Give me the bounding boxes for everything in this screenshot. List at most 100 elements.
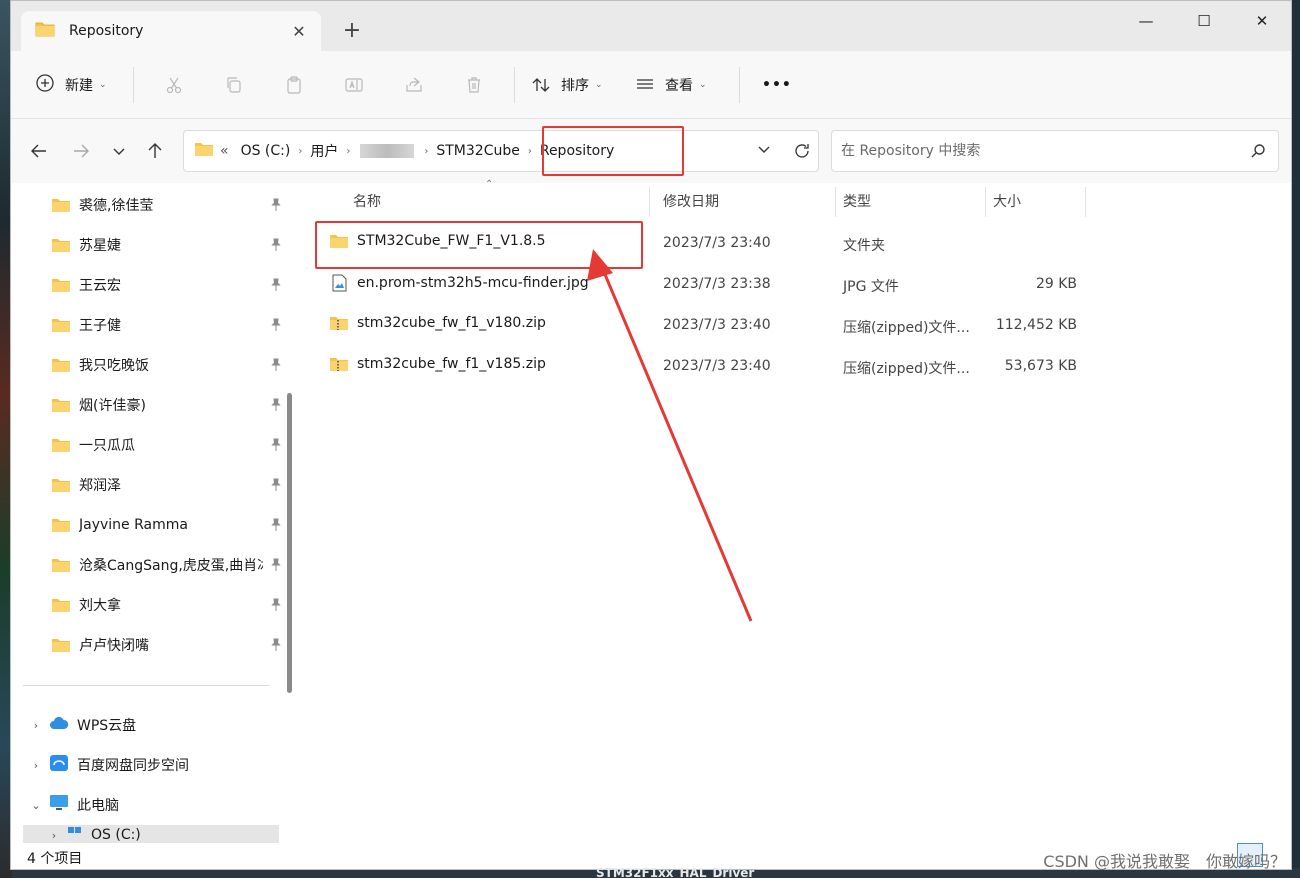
sidebar-quick-access-item[interactable]: 刘大拿: [51, 587, 283, 623]
annotation-highlight-box: [542, 126, 684, 176]
sidebar-quick-access-item[interactable]: Jayvine Ramma: [51, 507, 283, 543]
sidebar-quick-access-item[interactable]: 我只吃晚饭: [51, 347, 283, 383]
pin-icon[interactable]: [269, 518, 283, 536]
tab-title: Repository: [69, 23, 144, 39]
pin-icon[interactable]: [269, 358, 283, 376]
new-button-label: 新建: [65, 77, 93, 94]
share-button[interactable]: [384, 65, 444, 105]
annotation-highlight-box: [315, 221, 643, 269]
file-row[interactable]: stm32cube_fw_f1_v180.zip 2023/7/3 23:40 …: [301, 305, 1081, 345]
paste-button[interactable]: [264, 65, 324, 105]
column-divider[interactable]: [649, 187, 650, 217]
sidebar-scrollbar[interactable]: [287, 393, 292, 693]
refresh-button[interactable]: [792, 141, 812, 165]
scissors-icon: [166, 77, 182, 93]
breadcrumb-users[interactable]: 用户: [310, 141, 338, 161]
chevron-right-icon[interactable]: ›: [41, 829, 67, 842]
forward-button[interactable]: [67, 139, 95, 163]
sidebar-item-label: 苏星婕: [79, 238, 121, 254]
recent-locations-button[interactable]: [105, 139, 133, 163]
column-divider[interactable]: [835, 187, 836, 217]
file-name-cell: stm32cube_fw_f1_v180.zip: [329, 315, 546, 331]
maximize-button[interactable]: ☐: [1175, 1, 1233, 41]
chevron-right-icon[interactable]: ›: [23, 759, 49, 772]
sidebar-divider: [23, 685, 269, 686]
sidebar-quick-access-item[interactable]: 一只瓜瓜: [51, 427, 283, 463]
address-bar[interactable]: « OS (C:) › 用户 › › STM32Cube › Repositor…: [183, 126, 819, 176]
chevron-down-icon[interactable]: ⌄: [23, 799, 49, 812]
close-tab-icon[interactable]: ✕: [283, 22, 315, 41]
folder-icon: [52, 479, 70, 492]
pin-icon[interactable]: [269, 438, 283, 456]
file-row[interactable]: stm32cube_fw_f1_v185.zip 2023/7/3 23:40 …: [301, 346, 1081, 386]
copy-button[interactable]: [204, 65, 264, 105]
delete-button[interactable]: [444, 65, 504, 105]
file-type: 文件夹: [843, 238, 885, 254]
sidebar-item-label: 郑润泽: [79, 478, 121, 494]
file-row[interactable]: en.prom-stm32h5-mcu-finder.jpg 2023/7/3 …: [301, 264, 1081, 304]
sort-button-label: 排序: [561, 77, 589, 94]
column-header-size[interactable]: 大小: [993, 191, 1021, 211]
address-dropdown-button[interactable]: [756, 141, 772, 161]
tree-item-label: WPS云盘: [77, 718, 137, 734]
chevron-right-icon[interactable]: ›: [346, 146, 350, 157]
breadcrumb-overflow[interactable]: «: [220, 143, 229, 159]
cut-button[interactable]: [144, 65, 204, 105]
file-name-cell: en.prom-stm32h5-mcu-finder.jpg: [329, 274, 589, 292]
arrow-left-icon: [31, 144, 46, 158]
new-tab-button[interactable]: +: [337, 18, 367, 43]
sidebar-quick-access-item[interactable]: 王子健: [51, 307, 283, 343]
chevron-right-icon[interactable]: ›: [528, 146, 532, 157]
sort-button[interactable]: 排序 ⌄: [525, 65, 625, 105]
breadcrumb-os-c[interactable]: OS (C:): [241, 143, 291, 159]
rename-button[interactable]: [324, 65, 384, 105]
sidebar-quick-access-item[interactable]: 沧桑CangSang,虎皮蛋,曲肖冰: [51, 547, 283, 583]
sidebar-quick-access-item[interactable]: 王云宏: [51, 267, 283, 303]
pin-icon[interactable]: [269, 638, 283, 656]
sidebar-quick-access-item[interactable]: 烟(许佳豪): [51, 387, 283, 423]
breadcrumb-stm32cube[interactable]: STM32Cube: [436, 143, 519, 159]
column-divider[interactable]: [985, 187, 986, 217]
column-header-name[interactable]: 名称: [353, 191, 381, 211]
tree-item-baidu-sync[interactable]: › 百度网盘同步空间: [23, 747, 283, 783]
sidebar-quick-access-item[interactable]: 苏星婕: [51, 227, 283, 263]
tree-item-this-pc[interactable]: ⌄ 此电脑: [23, 787, 283, 823]
chevron-right-icon[interactable]: ›: [424, 146, 428, 157]
search-icon[interactable]: [1238, 143, 1278, 159]
sidebar-quick-access-item[interactable]: 卢卢快闭嘴: [51, 627, 283, 663]
back-button[interactable]: [25, 139, 53, 163]
more-icon: •••: [762, 76, 792, 93]
chevron-right-icon[interactable]: ›: [23, 719, 49, 732]
tab-repository[interactable]: Repository ✕: [21, 11, 321, 51]
new-button[interactable]: 新建 ⌄: [35, 65, 123, 105]
more-options-button[interactable]: •••: [750, 65, 804, 105]
column-divider[interactable]: [1085, 187, 1086, 217]
column-header-type[interactable]: 类型: [843, 191, 871, 211]
sidebar-quick-access-item[interactable]: 裘德,徐佳莹: [51, 187, 283, 223]
pin-icon[interactable]: [269, 558, 283, 576]
pin-icon[interactable]: [269, 478, 283, 496]
sidebar-quick-access-item[interactable]: 郑润泽: [51, 467, 283, 503]
sidebar-item-label: 刘大拿: [79, 598, 121, 614]
column-header-date[interactable]: 修改日期: [663, 191, 719, 211]
chevron-right-icon[interactable]: ›: [298, 146, 302, 157]
file-name-cell: stm32cube_fw_f1_v185.zip: [329, 356, 546, 372]
pin-icon[interactable]: [269, 598, 283, 616]
zip-folder-icon: [330, 358, 348, 371]
toolbar-divider: [514, 66, 515, 103]
pin-icon[interactable]: [269, 278, 283, 296]
search-input[interactable]: [832, 131, 1238, 171]
pin-icon[interactable]: [269, 238, 283, 256]
pin-icon[interactable]: [269, 198, 283, 216]
close-window-button[interactable]: ✕: [1233, 1, 1291, 41]
pin-icon[interactable]: [269, 398, 283, 416]
cloud-icon: [49, 715, 69, 735]
minimize-button[interactable]: —: [1117, 1, 1175, 41]
pin-icon[interactable]: [269, 318, 283, 336]
up-button[interactable]: [141, 139, 169, 163]
tree-item-os-c[interactable]: › OS (C:): [41, 827, 301, 843]
file-date: 2023/7/3 23:40: [663, 235, 771, 251]
breadcrumb-redacted-user[interactable]: [360, 144, 415, 158]
tree-item-wps-cloud[interactable]: › WPS云盘: [23, 707, 283, 743]
view-button[interactable]: 查看 ⌄: [625, 65, 729, 105]
